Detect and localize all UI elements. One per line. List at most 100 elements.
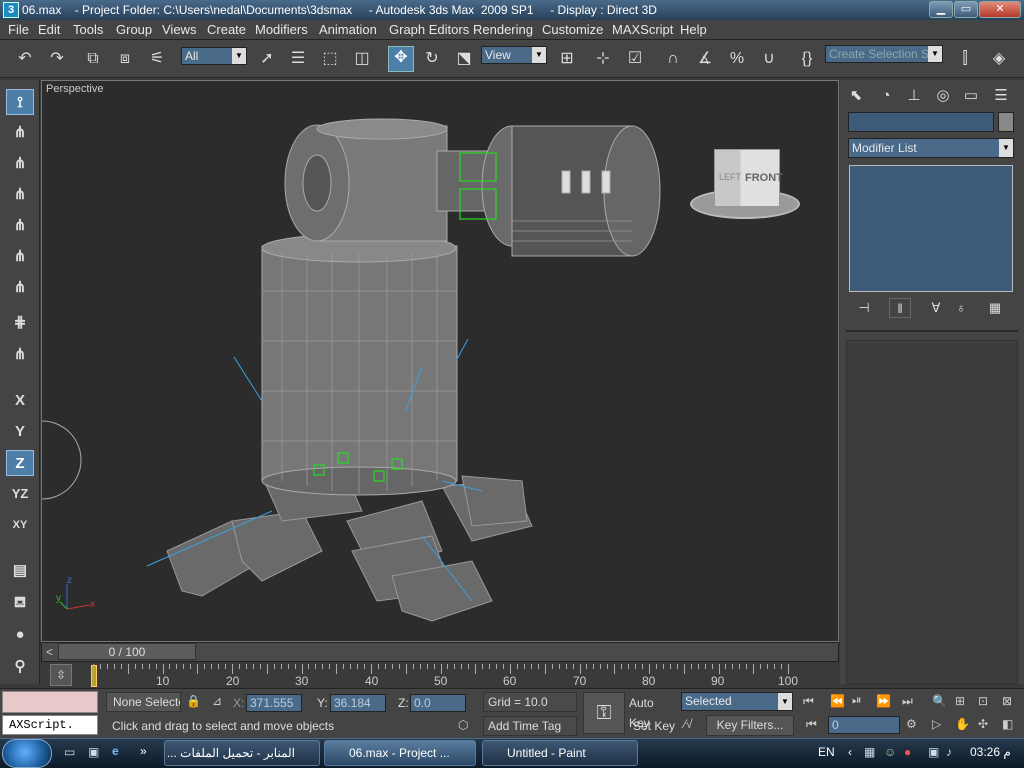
percent-snap-icon[interactable]: %: [726, 48, 748, 70]
time-configuration-icon[interactable]: ⚙: [906, 717, 917, 731]
snap-grid-icon[interactable]: ⋕: [6, 310, 34, 336]
key-selection-dropdown[interactable]: Selected ▼: [681, 692, 793, 711]
axis-y-button[interactable]: Y: [6, 419, 34, 445]
display-tab-icon[interactable]: ▭: [960, 86, 982, 106]
menu-file[interactable]: File: [8, 22, 29, 37]
pivot-center-icon[interactable]: ⊞: [556, 48, 578, 70]
x-coordinate-field[interactable]: 371.555: [246, 694, 302, 712]
reference-coordinate-dropdown[interactable]: View ▼: [481, 46, 547, 64]
axis-z-button[interactable]: Z: [6, 450, 34, 476]
play-icon[interactable]: ⏯: [852, 693, 862, 708]
show-end-result-icon[interactable]: ‖: [889, 298, 911, 318]
tray-network-icon[interactable]: ▦: [864, 745, 875, 759]
zoom-extents-icon[interactable]: ⊡: [978, 694, 988, 708]
tray-chevron-icon[interactable]: ‹: [848, 745, 852, 759]
add-time-tag[interactable]: Add Time Tag: [483, 716, 577, 736]
menu-customize[interactable]: Customize: [542, 22, 603, 37]
viewcube[interactable]: LEFT FRONT: [714, 149, 783, 207]
viewport-label[interactable]: Perspective: [46, 83, 103, 95]
snaps-toggle-icon[interactable]: ∩: [662, 48, 684, 70]
task-3dsmax[interactable]: 06.max - Project ...: [324, 740, 476, 766]
snap-endpoint-icon[interactable]: ⋔: [6, 151, 34, 177]
mirror-icon[interactable]: ⫿: [954, 48, 976, 70]
previous-frame-icon[interactable]: ⏪: [830, 694, 845, 708]
maximize-button[interactable]: ▭: [954, 1, 978, 18]
menu-animation[interactable]: Animation: [319, 22, 377, 37]
maxscript-mini-listener[interactable]: AXScript.: [2, 715, 98, 735]
orbit-icon[interactable]: ✣: [978, 717, 988, 731]
minimize-button[interactable]: ▁: [929, 1, 953, 18]
object-name-field[interactable]: [848, 112, 994, 132]
time-slider-prev[interactable]: <: [46, 645, 53, 659]
manipulate-icon[interactable]: ⊹: [592, 48, 614, 70]
configure-modifier-sets-icon[interactable]: ▦: [984, 298, 1006, 318]
modifier-stack[interactable]: [849, 165, 1013, 292]
teapot-icon[interactable]: ⛾: [6, 590, 34, 616]
tray-security-icon[interactable]: ●: [904, 745, 911, 759]
tray-display-icon[interactable]: ▣: [928, 745, 939, 759]
snap-face-icon[interactable]: ⋔: [6, 244, 34, 270]
select-and-rotate-icon[interactable]: ↻: [421, 48, 443, 70]
auto-key-button[interactable]: Auto Key: [629, 693, 677, 730]
snap-xy-icon[interactable]: ⋔: [6, 342, 34, 368]
menu-maxscript[interactable]: MAXScript: [612, 22, 673, 37]
menu-views[interactable]: Views: [162, 22, 196, 37]
axis-yz-button[interactable]: YZ: [6, 481, 34, 507]
quicklaunch-chevron[interactable]: »: [140, 744, 147, 758]
task-firefox[interactable]: المنابر - تحميل الملفات ...: [164, 740, 320, 766]
absolute-mode-icon[interactable]: ⊿: [212, 694, 222, 708]
stack-boxes-icon[interactable]: ▤: [6, 558, 34, 584]
motion-tab-icon[interactable]: ◎: [932, 86, 954, 106]
menu-tools[interactable]: Tools: [73, 22, 103, 37]
task-paint[interactable]: Untitled - Paint: [482, 740, 638, 766]
modify-tab-icon[interactable]: ◔: [875, 86, 897, 106]
key-filters-button[interactable]: Key Filters...: [706, 715, 794, 736]
link-icon[interactable]: ⧉: [82, 48, 104, 70]
bind-space-warp-icon[interactable]: ⚟: [146, 48, 168, 70]
track-bar-menu-icon[interactable]: ⇳: [50, 664, 72, 686]
close-button[interactable]: ✕: [979, 1, 1021, 18]
select-and-move-icon[interactable]: ✥: [388, 46, 414, 72]
keyboard-shortcut-override-icon[interactable]: ☑: [624, 48, 646, 70]
select-by-name-icon[interactable]: ☰: [287, 48, 309, 70]
spinner-snap-icon[interactable]: ∪: [758, 48, 780, 70]
time-slider-thumb[interactable]: 0 / 100: [58, 643, 196, 660]
snap-pivot-icon[interactable]: ⋔: [6, 275, 34, 301]
zoom-extents-all-icon[interactable]: ⊠: [1002, 694, 1012, 708]
pin-stack-icon[interactable]: ⊣: [853, 298, 875, 318]
clock[interactable]: 03:26 م: [970, 745, 1011, 759]
axis-x-button[interactable]: X: [6, 388, 34, 414]
show-desktop-icon[interactable]: ▭: [64, 745, 75, 759]
pan-view-icon[interactable]: ✋: [955, 717, 970, 731]
language-indicator[interactable]: EN: [818, 745, 835, 759]
angle-snap-icon[interactable]: ∡: [694, 48, 716, 70]
add-time-tag-icon[interactable]: ⬡: [458, 718, 468, 732]
set-keys-icon[interactable]: ⚿: [583, 692, 625, 734]
zoom-all-icon[interactable]: ⊞: [955, 694, 965, 708]
undo-icon[interactable]: ↶: [14, 48, 36, 70]
snap-vertex-icon[interactable]: ⋔: [6, 120, 34, 146]
snap-edge-icon[interactable]: ⋔: [6, 213, 34, 239]
internet-explorer-icon[interactable]: e: [112, 744, 119, 758]
default-in-out-tangents-icon[interactable]: ⁄√: [684, 717, 693, 731]
unlink-icon[interactable]: ⧈: [114, 48, 136, 70]
y-coordinate-field[interactable]: 36.184: [330, 694, 386, 712]
menu-create[interactable]: Create: [207, 22, 246, 37]
key-mode-toggle-icon[interactable]: ⏮: [806, 717, 817, 732]
go-to-end-icon[interactable]: ⏭: [902, 694, 913, 709]
perspective-viewport[interactable]: LEFT FRONT y x z: [41, 80, 839, 642]
axis-xy-button[interactable]: XY: [6, 512, 34, 538]
render-icon[interactable]: ⚲: [6, 654, 34, 680]
title-bar[interactable]: 3 06.max - Project Folder: C:\Users\neda…: [0, 0, 1024, 20]
field-of-view-icon[interactable]: ▷: [932, 717, 941, 731]
next-frame-icon[interactable]: ⏩: [876, 694, 891, 708]
time-marker[interactable]: [91, 665, 97, 687]
menu-edit[interactable]: Edit: [38, 22, 60, 37]
maximize-viewport-icon[interactable]: ◧: [1002, 717, 1013, 731]
start-button[interactable]: [2, 739, 52, 768]
select-object-icon[interactable]: ➚: [256, 48, 278, 70]
current-frame-field[interactable]: 0: [828, 716, 900, 734]
menu-graph-editors[interactable]: Graph Editors: [389, 22, 469, 37]
rectangular-selection-icon[interactable]: ⬚: [319, 48, 341, 70]
tray-volume-icon[interactable]: ♪: [946, 745, 952, 759]
